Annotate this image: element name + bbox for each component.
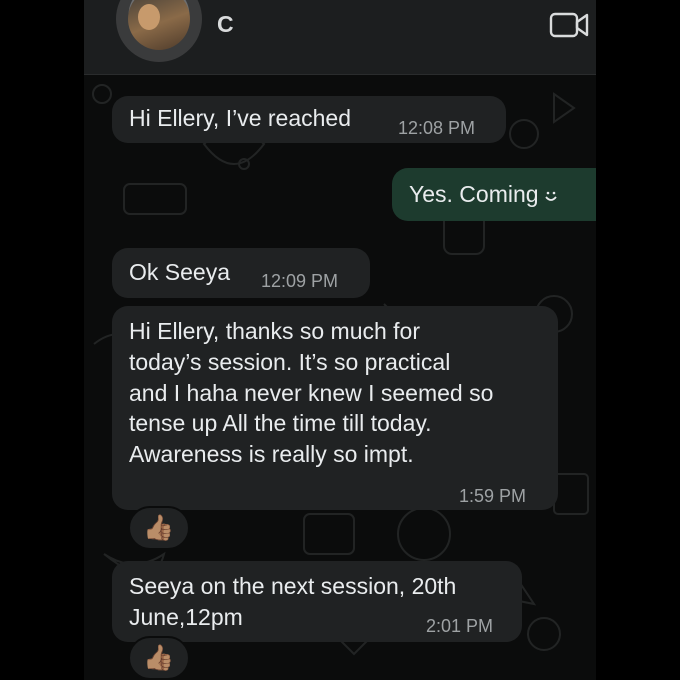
message-line: Awareness is really so impt.: [129, 441, 414, 467]
message-line: today’s session. It’s so practical: [129, 349, 451, 375]
message-time: 12:09 PM: [261, 271, 339, 291]
message-line: June,12pm: [129, 604, 243, 630]
message-text-content: Yes. Coming: [409, 181, 539, 207]
avatar-face: [138, 4, 160, 30]
avatar-photo: [128, 0, 190, 50]
message-text: Yes. Coming: [409, 179, 559, 210]
reaction-thumbs-up[interactable]: 👍🏽: [128, 636, 190, 680]
message-time: 12:08 PM: [398, 118, 476, 138]
contact-name[interactable]: C: [217, 11, 234, 38]
chat-header: C: [84, 0, 596, 75]
video-call-icon[interactable]: [549, 10, 589, 40]
message-line: tense up All the time till today.: [129, 410, 432, 436]
contact-avatar[interactable]: [116, 0, 202, 62]
message-line: Seeya on the next session, 20th: [129, 573, 457, 599]
chat-screen: C Hi Ellery, I’ve reached 12:08 PM Yes. …: [84, 0, 596, 680]
message-text: Ok Seeya: [129, 259, 230, 285]
smile-icon: [544, 191, 557, 201]
message-bubble[interactable]: Ok Seeya 12:09 PM: [112, 248, 370, 298]
message-bubble[interactable]: Hi Ellery, I’ve reached 12:08 PM: [112, 96, 506, 143]
reaction-thumbs-up[interactable]: 👍🏽: [128, 506, 190, 550]
message-bubble-outgoing[interactable]: Yes. Coming: [392, 168, 596, 221]
message-time: 1:59 PM: [459, 486, 527, 506]
message-line: Hi Ellery, thanks so much for: [129, 318, 421, 344]
message-time: 2:01 PM: [426, 616, 494, 636]
message-text: Hi Ellery, I’ve reached: [129, 105, 351, 131]
message-bubble[interactable]: Hi Ellery, thanks so much for today’s se…: [112, 306, 558, 510]
message-bubble[interactable]: Seeya on the next session, 20th June,12p…: [112, 561, 522, 642]
message-line: and I haha never knew I seemed so: [129, 380, 494, 406]
